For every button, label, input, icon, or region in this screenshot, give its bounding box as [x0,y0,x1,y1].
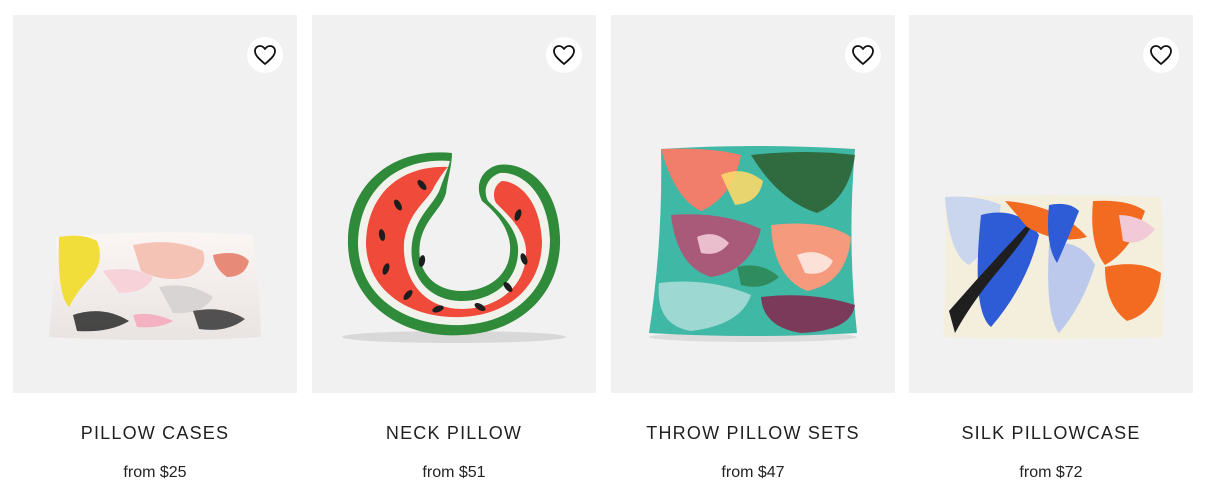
heart-outline-icon [553,45,575,65]
product-price: from $51 [422,464,486,481]
product-card-silk-pillowcase[interactable]: SILK PILLOWCASE from $72 [909,15,1193,495]
pillow-case-illustration [49,232,261,340]
product-price: from $72 [1019,464,1083,481]
heart-outline-icon [254,45,276,65]
favorite-button[interactable] [247,37,283,73]
product-image-silk-pillowcase[interactable] [909,15,1193,393]
product-price: from $47 [721,464,785,481]
product-name[interactable]: NECK PILLOW [312,423,596,444]
throw-pillow-illustration [649,146,857,342]
favorite-button[interactable] [1143,37,1179,73]
product-image-throw-pillow-sets[interactable] [611,15,895,393]
product-card-pillow-cases[interactable]: PILLOW CASES from $25 [13,15,297,495]
favorite-button[interactable] [845,37,881,73]
product-name[interactable]: PILLOW CASES [13,423,297,444]
heart-outline-icon [852,45,874,65]
product-image-pillow-cases[interactable] [13,15,297,393]
silk-pillowcase-illustration [943,195,1164,339]
favorite-button[interactable] [546,37,582,73]
product-name[interactable]: THROW PILLOW SETS [611,423,895,444]
watermelon-neck-pillow-illustration [342,152,566,343]
product-price: from $25 [123,464,187,481]
product-image-neck-pillow[interactable] [312,15,596,393]
product-name[interactable]: SILK PILLOWCASE [909,423,1193,444]
heart-outline-icon [1150,45,1172,65]
product-grid: PILLOW CASES from $25 NECK PILLOW from $… [0,0,1206,495]
product-card-neck-pillow[interactable]: NECK PILLOW from $51 [312,15,596,495]
product-card-throw-pillow-sets[interactable]: THROW PILLOW SETS from $47 [611,15,895,495]
